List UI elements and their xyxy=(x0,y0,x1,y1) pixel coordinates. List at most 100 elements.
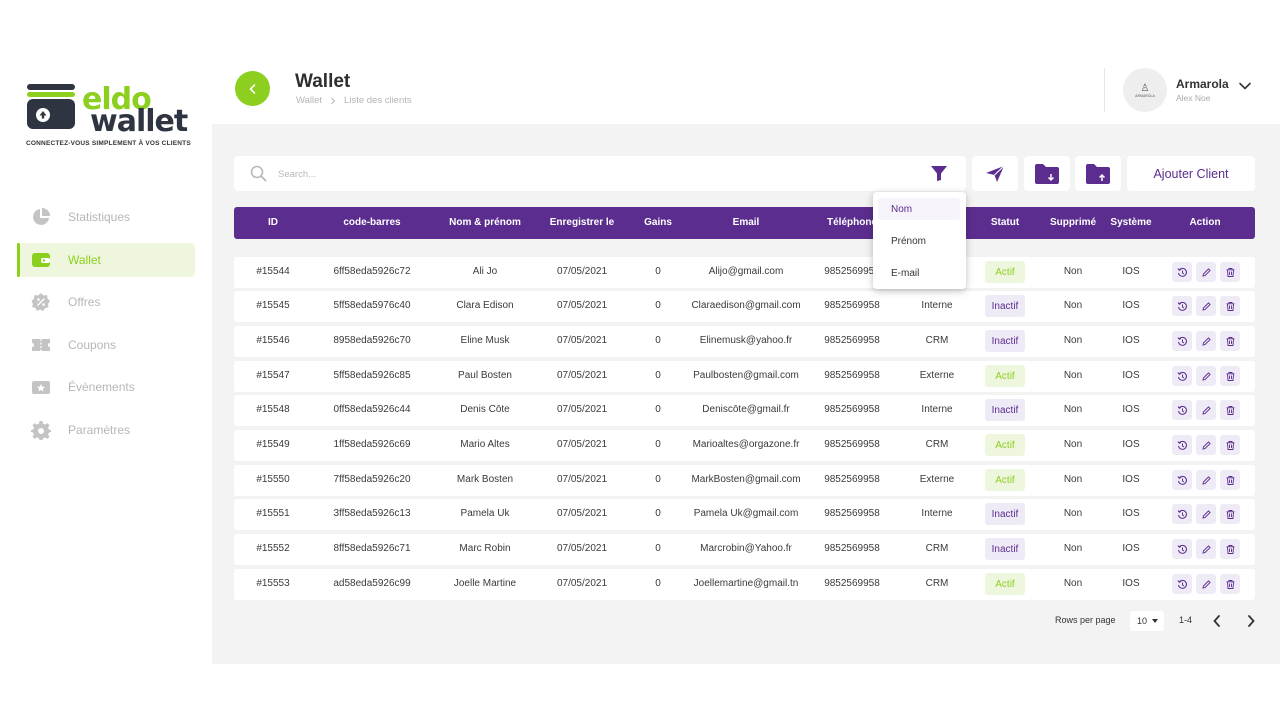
sidebar-item-coupons[interactable]: Coupons xyxy=(17,328,195,362)
sidebar-item-label: Évènements xyxy=(68,380,135,394)
cell-email[interactable]: Pamela Uk@gmail.com xyxy=(694,508,799,519)
cell-id: #15549 xyxy=(256,439,290,450)
cell-email[interactable]: Marcrobin@Yahoo.fr xyxy=(700,543,792,554)
trash-button[interactable] xyxy=(1220,366,1240,386)
cell-email[interactable]: Marioaltes@orgazone.fr xyxy=(693,439,800,450)
edit-button[interactable] xyxy=(1196,400,1216,420)
cell-id: #15548 xyxy=(256,404,290,415)
history-button[interactable] xyxy=(1172,262,1192,282)
edit-button[interactable] xyxy=(1196,366,1216,386)
import-button[interactable] xyxy=(1024,156,1070,191)
cell-email[interactable]: Paulbosten@gmail.com xyxy=(693,370,799,381)
status-badge: Actif xyxy=(985,261,1025,283)
previous-page-button[interactable] xyxy=(1208,612,1226,630)
filter-option-prenom[interactable]: Prénom xyxy=(878,230,960,252)
cell-deleted: Non xyxy=(1063,404,1083,415)
column-header[interactable]: ID xyxy=(268,217,278,228)
history-button[interactable] xyxy=(1172,296,1192,316)
filter-option-email[interactable]: E-mail xyxy=(878,262,960,284)
cell-deleted: Non xyxy=(1063,300,1083,311)
next-page-button[interactable] xyxy=(1242,612,1260,630)
column-header[interactable]: Enregistrer le xyxy=(550,217,614,228)
search-input[interactable] xyxy=(278,164,878,184)
table-row[interactable]: #15546 8958eda5926c70 Eline Musk 07/05/2021… xyxy=(234,326,1255,357)
table-row[interactable]: #15545 5ff58eda5976c40 Clara Edison 07/05/2… xyxy=(234,291,1255,322)
trash-button[interactable] xyxy=(1220,296,1240,316)
avatar-emblem-icon: ♙ xyxy=(1140,82,1150,94)
history-button[interactable] xyxy=(1172,470,1192,490)
column-header[interactable]: Supprimé xyxy=(1050,217,1096,228)
sidebar-item-statistiques[interactable]: Statistiques xyxy=(17,200,195,234)
history-button[interactable] xyxy=(1172,539,1192,559)
cell-deleted: Non xyxy=(1063,439,1083,450)
sidebar-item-offres[interactable]: Offres xyxy=(17,285,195,319)
trash-button[interactable] xyxy=(1220,331,1240,351)
trash-button[interactable] xyxy=(1220,262,1240,282)
avatar[interactable]: ♙ ARMAROLA xyxy=(1123,68,1167,112)
status-badge: Actif xyxy=(985,434,1025,456)
history-button[interactable] xyxy=(1172,435,1192,455)
add-client-button[interactable]: Ajouter Client xyxy=(1127,156,1255,191)
breadcrumb-item-wallet[interactable]: Wallet xyxy=(296,95,322,106)
back-button[interactable] xyxy=(235,71,270,106)
cell-barcode: 3ff58eda5926c13 xyxy=(333,508,411,519)
column-header[interactable]: Statut xyxy=(991,217,1019,228)
table-row[interactable]: #15553 ad58eda5926c99 Joelle Martine 07/05/… xyxy=(234,569,1255,600)
history-button[interactable] xyxy=(1172,504,1192,524)
table-row[interactable]: #15552 8ff58eda5926c71 Marc Robin 07/05/202… xyxy=(234,534,1255,565)
cell-gains: 0 xyxy=(655,474,661,485)
export-button[interactable] xyxy=(1075,156,1121,191)
sidebar-item-parametres[interactable]: Paramètres xyxy=(17,413,195,447)
trash-button[interactable] xyxy=(1220,400,1240,420)
table-row[interactable]: #15549 1ff58eda5926c69 Mario Altes 07/05/20… xyxy=(234,430,1255,461)
trash-icon xyxy=(1225,371,1236,382)
rows-per-page-value: 10 xyxy=(1137,616,1148,626)
history-button[interactable] xyxy=(1172,331,1192,351)
trash-button[interactable] xyxy=(1220,470,1240,490)
trash-button[interactable] xyxy=(1220,435,1240,455)
table-row[interactable]: #15547 5ff58eda5926c85 Paul Bosten 07/05/20… xyxy=(234,361,1255,392)
cell-email[interactable]: Deniscōte@gmail.fr xyxy=(702,404,789,415)
edit-button[interactable] xyxy=(1196,331,1216,351)
trash-button[interactable] xyxy=(1220,539,1240,559)
table-row[interactable]: #15550 7ff58eda5926c20 Mark Bosten 07/05/20… xyxy=(234,465,1255,496)
edit-button[interactable] xyxy=(1196,539,1216,559)
cell-email[interactable]: Elinemusk@yahoo.fr xyxy=(700,335,792,346)
cell-email[interactable]: Claraedison@gmail.com xyxy=(691,300,800,311)
column-header[interactable]: code-barres xyxy=(343,217,400,228)
cell-email[interactable]: Alijo@gmail.com xyxy=(709,266,784,277)
table-row[interactable]: #15548 0ff58eda5926c44 Denis Cōte 07/05/202… xyxy=(234,395,1255,426)
history-button[interactable] xyxy=(1172,400,1192,420)
edit-button[interactable] xyxy=(1196,574,1216,594)
cell-gains: 0 xyxy=(655,508,661,519)
column-header[interactable]: Téléphone xyxy=(827,217,877,228)
cell-id: #15546 xyxy=(256,335,290,346)
column-header[interactable]: Email xyxy=(733,217,760,228)
cell-email[interactable]: Joellemartine@gmail.tn xyxy=(694,578,799,589)
edit-button[interactable] xyxy=(1196,470,1216,490)
table-row[interactable]: #15544 6ff58eda5926c72 Ali Jo 07/05/2021 0 Al… xyxy=(234,257,1255,288)
edit-button[interactable] xyxy=(1196,435,1216,455)
edit-button[interactable] xyxy=(1196,296,1216,316)
trash-button[interactable] xyxy=(1220,574,1240,594)
edit-button[interactable] xyxy=(1196,262,1216,282)
cell-email[interactable]: MarkBosten@gmail.com xyxy=(691,474,800,485)
column-header[interactable]: Nom & prénom xyxy=(449,217,521,228)
edit-button[interactable] xyxy=(1196,504,1216,524)
table-row[interactable]: #15551 3ff58eda5926c13 Pamela Uk 07/05/2021… xyxy=(234,499,1255,530)
filter-option-nom[interactable]: Nom xyxy=(878,198,960,220)
sidebar-item-evenements[interactable]: Évènements xyxy=(17,370,195,404)
rows-per-page-select[interactable]: 10 xyxy=(1130,611,1164,631)
trash-button[interactable] xyxy=(1220,504,1240,524)
sidebar-item-wallet[interactable]: Wallet xyxy=(17,242,195,277)
history-button[interactable] xyxy=(1172,574,1192,594)
chevron-down-icon[interactable] xyxy=(1238,81,1252,91)
column-header[interactable]: Système xyxy=(1110,217,1151,228)
column-header[interactable]: Gains xyxy=(644,217,672,228)
trash-icon xyxy=(1225,509,1236,520)
send-button[interactable] xyxy=(972,156,1018,191)
history-button[interactable] xyxy=(1172,366,1192,386)
filter-icon[interactable] xyxy=(930,165,948,182)
folder-download-icon xyxy=(1035,163,1059,184)
cell-barcode: 6ff58eda5926c72 xyxy=(333,266,411,277)
